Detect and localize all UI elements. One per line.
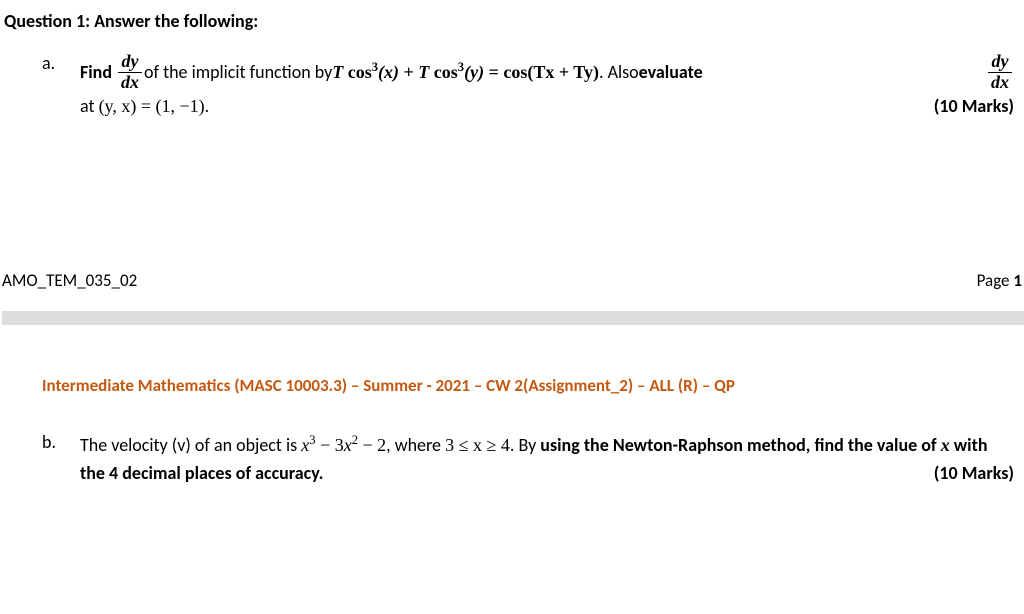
part-a-line2: at (y, x) = (1, −1). (10 Marks) <box>80 93 1014 120</box>
at-point: at (y, x) = (1, −1). <box>80 93 209 120</box>
document-page: Question 1: Answer the following: a. Fin… <box>0 0 1024 488</box>
part-b-container: b. The velocity (v) of an object is x3 −… <box>42 431 1014 489</box>
equation: T cos3(x) + T cos3(y) = cos(Tx + Ty) <box>332 59 599 86</box>
evaluate-word: evaluate <box>639 59 703 86</box>
page-separator <box>2 311 1024 325</box>
fraction-dydx-1: dy dx <box>118 52 142 93</box>
part-a-label: a. <box>42 52 62 120</box>
equation-b: x3 − 3x2 − 2 <box>301 435 386 455</box>
bold-newton: using the Newton-Raphson method, find th… <box>540 434 940 456</box>
text-by: . By <box>510 434 540 456</box>
part-b-marks: (10 Marks) <box>934 459 1014 488</box>
find-word: Find <box>80 59 112 86</box>
text-also: . Also <box>599 59 639 86</box>
range-expr: 3 ≤ x ≥ 4 <box>445 435 510 455</box>
part-b-content: The velocity (v) of an object is x3 − 3x… <box>80 431 1014 489</box>
text-where: , where <box>386 434 445 456</box>
footer-row: AMO_TEM_035_02 Page 1 <box>2 270 1024 291</box>
part-a-content: Find dy dx of the implicit function by T… <box>80 52 1014 120</box>
part-b-label: b. <box>42 431 62 489</box>
var-x: x <box>941 435 950 455</box>
footer-code: AMO_TEM_035_02 <box>2 270 137 291</box>
part-a-line1-left: Find dy dx of the implicit function by T… <box>80 52 703 93</box>
part-a-marks: (10 Marks) <box>934 93 1014 120</box>
fraction-dydx-2: dy dx <box>988 52 1012 93</box>
text-velocity: The velocity (v) of an object is <box>80 434 301 456</box>
course-header: Intermediate Mathematics (MASC 10003.3) … <box>42 375 1024 396</box>
question-header: Question 1: Answer the following: <box>4 10 1024 32</box>
page-number: Page 1 <box>977 270 1024 291</box>
part-a-line1: Find dy dx of the implicit function by T… <box>80 52 1014 93</box>
part-a-container: a. Find dy dx of the implicit function b… <box>42 52 1014 120</box>
text-of-implicit: of the implicit function by <box>144 59 332 86</box>
